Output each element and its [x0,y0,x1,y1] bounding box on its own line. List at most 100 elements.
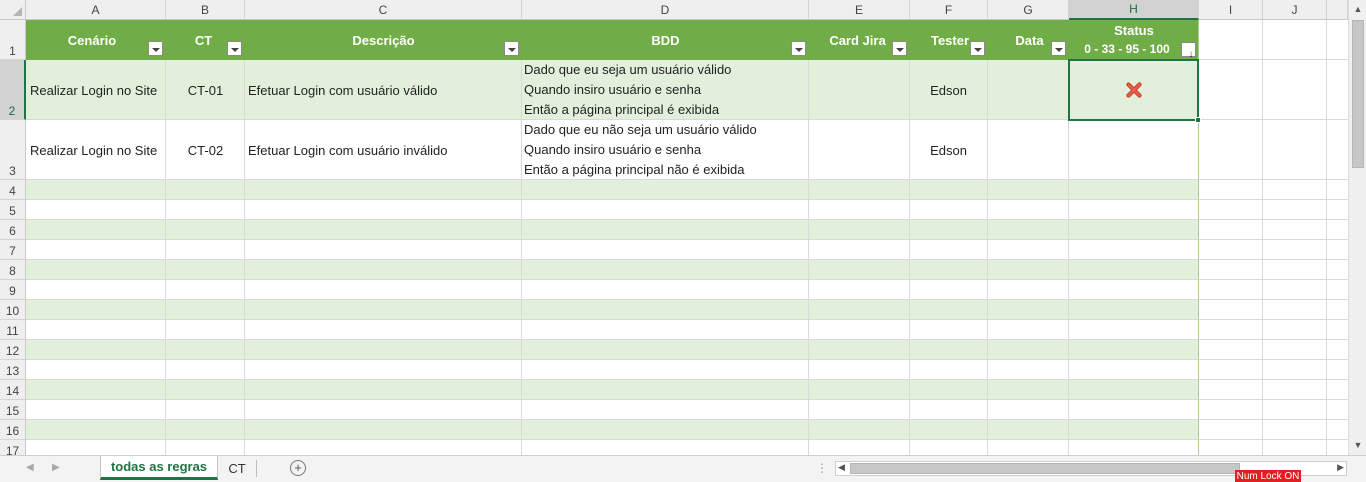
filter-ct-button[interactable] [227,41,242,56]
fill-handle[interactable] [1195,117,1201,123]
cell-bdd[interactable]: Dado que eu seja um usuário válido Quand… [524,60,808,120]
splitter-handle-icon[interactable]: ⋮ [816,461,828,475]
table-row[interactable] [26,300,1198,320]
row-header-15[interactable]: 15 [0,400,26,420]
grid-line [1326,20,1327,455]
column-header-f[interactable]: F [910,0,988,20]
cell-cenario[interactable]: Realizar Login no Site [30,120,166,180]
table-row[interactable] [26,440,1198,455]
table-row[interactable] [26,420,1198,440]
tab-ct[interactable]: CT [219,456,255,480]
column-header-i[interactable]: I [1199,0,1263,20]
grid-line [26,319,1348,320]
cell-cenario[interactable]: Realizar Login no Site [30,60,166,120]
table-row[interactable] [26,340,1198,360]
header-bdd: BDD [522,20,809,60]
column-header-d[interactable]: D [522,0,809,20]
row-header-10[interactable]: 10 [0,300,26,320]
column-header-b[interactable]: B [166,0,245,20]
cell-bdd[interactable]: Dado que eu não seja um usuário válido Q… [524,120,808,180]
cell-card-jira[interactable] [809,120,909,180]
column-header-j[interactable]: J [1263,0,1327,20]
next-sheet-icon[interactable]: ▶ [52,462,60,473]
scroll-down-icon[interactable]: ▼ [1350,437,1366,453]
table-row[interactable] [26,240,1198,260]
bdd-line-when: Quando insiro usuário e senha [524,142,702,157]
cell-status[interactable] [1069,120,1199,180]
column-header-e[interactable]: E [809,0,910,20]
table-row[interactable] [26,200,1198,220]
scroll-up-icon[interactable]: ▲ [1350,1,1366,17]
row-header-16[interactable]: 16 [0,420,26,440]
cell-descricao[interactable]: Efetuar Login com usuário inválido [248,120,520,180]
grid-line [26,219,1348,220]
row-header-11[interactable]: 11 [0,320,26,340]
add-sheet-icon[interactable]: + [290,460,306,476]
header-bdd-label: BDD [651,32,680,48]
row-header-9[interactable]: 9 [0,280,26,300]
cell-descricao[interactable]: Efetuar Login com usuário válido [248,60,520,120]
grid-line [26,199,1348,200]
column-header-c[interactable]: C [245,0,522,20]
row-header-5[interactable]: 5 [0,200,26,220]
select-all-corner[interactable] [0,0,26,20]
filter-cenario-button[interactable] [148,41,163,56]
header-status: Status 0 - 33 - 95 - 100 [1069,20,1199,60]
spreadsheet-grid[interactable]: A B C D E F G H I J 1 2 3 4 5 6 7 8 9 10… [0,0,1348,455]
active-cell-selection[interactable] [1068,59,1199,121]
table-row[interactable] [26,320,1198,340]
table-row[interactable] [26,280,1198,300]
table-row[interactable] [26,260,1198,280]
header-cenario-label: Cenário [67,32,117,48]
header-card-jira-label: Card Jira [829,32,886,48]
grid-line [26,379,1348,380]
row-header-8[interactable]: 8 [0,260,26,280]
header-descricao-label: Descrição [352,32,415,48]
sort-status-icon[interactable] [1181,42,1196,57]
column-header-h[interactable]: H [1069,0,1199,20]
filter-bdd-button[interactable] [791,41,806,56]
prev-sheet-icon[interactable]: ◀ [26,462,34,473]
row-header-7[interactable]: 7 [0,240,26,260]
row-header-17[interactable]: 17 [0,440,26,455]
tab-todas-as-regras[interactable]: todas as regras [100,456,218,480]
grid-line [26,339,1348,340]
horizontal-scroll-thumb[interactable] [850,463,1240,474]
cell-ct[interactable]: CT-01 [166,60,245,120]
filter-descricao-button[interactable] [504,41,519,56]
num-lock-status: Num Lock ON [1235,470,1301,482]
cell-data[interactable] [988,60,1068,120]
cell-card-jira[interactable] [809,60,909,120]
table-row[interactable] [26,380,1198,400]
vertical-scroll-thumb[interactable] [1352,20,1364,168]
header-cenario: Cenário [26,20,166,60]
row-header-4[interactable]: 4 [0,180,26,200]
row-header-2[interactable]: 2 [0,60,26,120]
filter-tester-button[interactable] [970,41,985,56]
row-header-13[interactable]: 13 [0,360,26,380]
grid-line [26,239,1348,240]
column-header-a[interactable]: A [26,0,166,20]
cell-data[interactable] [988,120,1068,180]
row-header-12[interactable]: 12 [0,340,26,360]
column-header-g[interactable]: G [988,0,1069,20]
cell-ct[interactable]: CT-02 [166,120,245,180]
scroll-left-icon[interactable]: ◀ [838,462,845,473]
scroll-right-icon[interactable]: ▶ [1337,462,1344,473]
table-row[interactable] [26,400,1198,420]
row-header-1[interactable]: 1 [0,20,26,60]
cell-tester[interactable]: Edson [910,120,987,180]
filter-data-button[interactable] [1051,41,1066,56]
grid-line [26,259,1348,260]
row-header-6[interactable]: 6 [0,220,26,240]
grid-line [26,299,1348,300]
vertical-scrollbar[interactable]: ▲ ▼ [1348,0,1366,455]
table-row[interactable] [26,360,1198,380]
table-row[interactable] [26,180,1198,200]
row-header-14[interactable]: 14 [0,380,26,400]
column-header-k[interactable] [1327,0,1348,20]
table-row[interactable] [26,220,1198,240]
cell-tester[interactable]: Edson [910,60,987,120]
row-header-3[interactable]: 3 [0,120,26,180]
filter-card-jira-button[interactable] [892,41,907,56]
